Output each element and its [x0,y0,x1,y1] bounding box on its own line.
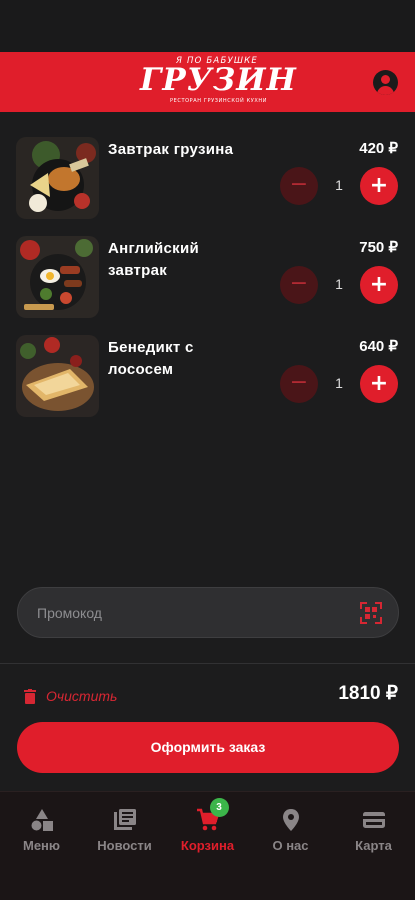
restaurant-logo[interactable]: Я ПО БАБУШКЕ ГРУЗИН РЕСТОРАН ГРУЗИНСКОЙ … [140,56,296,108]
clear-cart-label: Очистить [46,688,118,704]
order-total: 1810 ₽ [338,683,398,704]
tab-label: Карта [355,838,392,853]
item-price: 640 ₽ [359,338,398,355]
cart-count-badge: 3 [209,798,229,817]
promo-code-input[interactable] [37,588,357,637]
divider [0,663,415,664]
decrease-quantity-button[interactable]: − [280,365,318,403]
tab-label: О нас [272,838,309,853]
tab-menu[interactable]: Меню [0,808,83,868]
tab-news[interactable]: Новости [83,808,166,868]
tab-label: Меню [22,838,60,853]
decrease-quantity-button[interactable]: − [280,266,318,304]
item-quantity: 1 [335,276,343,292]
tab-about[interactable]: О нас [249,808,332,868]
checkout-button[interactable]: Оформить заказ [17,722,399,773]
card-icon [362,812,385,828]
tab-cart[interactable]: 3 Корзина [166,798,249,868]
dish-image[interactable] [16,137,99,219]
bottom-tab-bar: Меню Новости 3 Корзина О нас Карта [0,791,415,900]
item-name: Английский завтрак [108,240,200,279]
item-price: 420 ₽ [359,140,398,157]
promo-code-field [17,587,399,638]
profile-icon[interactable] [373,70,398,95]
dish-image[interactable] [16,236,99,318]
item-quantity: 1 [335,177,343,193]
cart-item: Бенедикт с лососем 640 ₽ − 1 + [0,335,415,425]
tab-label: Корзина [180,838,235,853]
tab-label: Новости [97,838,152,853]
qr-scan-icon[interactable] [360,602,382,624]
increase-quantity-button[interactable]: + [360,167,398,205]
decrease-quantity-button[interactable]: − [280,167,318,205]
item-quantity: 1 [335,375,343,391]
logo-subtitle: РЕСТОРАН ГРУЗИНСКОЙ КУХНИ [170,98,268,104]
clear-cart-button[interactable]: Очистить [24,684,117,708]
app-header: Я ПО БАБУШКЕ ГРУЗИН РЕСТОРАН ГРУЗИНСКОЙ … [0,52,415,112]
increase-quantity-button[interactable]: + [360,365,398,403]
logo-title: ГРУЗИН [140,62,297,98]
shapes-icon [31,809,53,831]
location-pin-icon [282,809,299,831]
trash-icon [24,688,36,704]
item-price: 750 ₽ [359,239,398,256]
increase-quantity-button[interactable]: + [360,266,398,304]
cart-item: Английский завтрак 750 ₽ − 1 + [0,236,415,326]
item-name: Бенедикт с лососем [108,339,194,378]
tab-card[interactable]: Карта [332,808,415,868]
news-icon [113,809,136,830]
dish-image[interactable] [16,335,99,417]
item-name: Завтрак грузина [108,141,234,158]
status-bar [0,0,415,52]
cart-item: Завтрак грузина 420 ₽ − 1 + [0,137,415,227]
